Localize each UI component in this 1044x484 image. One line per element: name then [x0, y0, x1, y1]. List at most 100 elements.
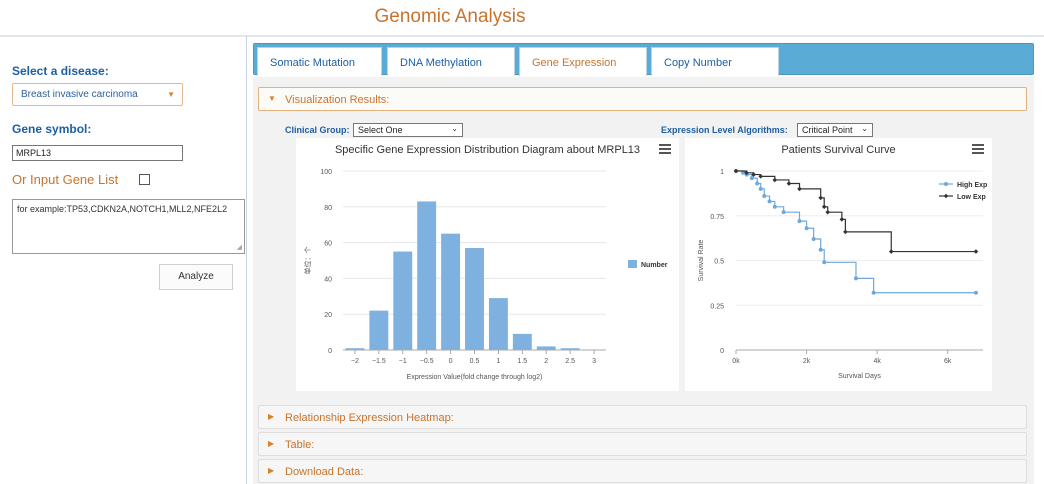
histogram-chart: 0 20 40 60 80 100 −2 −1.5 −1 −0.5 0 0.5 1 1.5 2 2.5 3 Exp… [303, 169, 668, 381]
x-tick-label: 0k [732, 358, 740, 365]
low-exp-point [839, 217, 845, 222]
histogram-card: Specific Gene Expression Distribution Di… [296, 138, 679, 391]
high-exp-point [758, 186, 763, 191]
tab-gene-expression[interactable]: Gene Expression [519, 47, 647, 76]
y-tick-label: 0.5 [714, 259, 724, 266]
high-exp-point [749, 176, 754, 181]
y-tick-label: 0.25 [710, 303, 724, 310]
x-tick-label: 2.5 [565, 358, 575, 365]
y-tick-label: 0 [328, 348, 332, 355]
low-exp-point [821, 204, 827, 210]
high-exp-point [871, 290, 876, 295]
histogram-bar [417, 201, 437, 350]
sidebar-divider [246, 36, 247, 484]
high-exp-point [762, 194, 767, 199]
high-exp-point [804, 226, 809, 231]
gene-list-placeholder: for example:TP53,CDKN2A,NOTCH1,MLL2,NFE2… [17, 204, 228, 214]
low-exp-point [733, 168, 739, 174]
legend-marker [944, 182, 948, 186]
y-tick-label: 1 [720, 169, 724, 176]
caret-right-icon: ▶ [268, 466, 275, 475]
accordion-download-label: Download Data: [285, 466, 364, 478]
x-tick-label: −0.5 [420, 358, 434, 365]
chevron-down-icon: ⌄ [861, 124, 868, 133]
page-title: Genomic Analysis [374, 6, 526, 27]
survival-chart: 0 0.25 0.5 0.75 1 0k 2k 4k 6k Survival Days Surviv… [698, 168, 987, 380]
tab-dna-methylation[interactable]: DNA Methylation [387, 47, 515, 76]
algorithm-select[interactable]: Critical Point ⌄ [797, 123, 873, 137]
y-tick-label: 0.75 [710, 214, 724, 221]
x-tick-label: −1 [399, 358, 407, 365]
high-exp-point [822, 260, 827, 265]
gene-list-label: Or Input Gene List [12, 172, 119, 187]
low-exp-point [786, 181, 792, 186]
histogram-bar [560, 348, 580, 350]
analysis-tab-bar: Somatic Mutation DNA Methylation Gene Ex… [253, 43, 1034, 76]
x-tick-label: 2k [803, 358, 811, 365]
resize-grip-icon[interactable]: ◢ [237, 243, 242, 251]
x-tick-label: 4k [873, 358, 881, 365]
high-exp-point [797, 219, 802, 224]
high-exp-point [818, 247, 823, 252]
caret-down-icon: ▼ [268, 94, 276, 103]
y-tick-label: 0 [720, 348, 724, 355]
gene-symbol-input[interactable]: MRPL13 [12, 145, 183, 161]
x-tick-label: 1.5 [517, 358, 527, 365]
clinical-group-label: Clinical Group: [285, 125, 350, 135]
x-tick-label: −2 [351, 358, 359, 365]
x-axis-title: Expression Value(fold change through log… [407, 374, 543, 381]
histogram-bar [393, 251, 413, 350]
disease-label: Select a disease: [12, 64, 109, 78]
caret-right-icon: ▶ [268, 412, 275, 421]
accordion-heatmap-label: Relationship Expression Heatmap: [285, 412, 454, 424]
x-tick-label: 0 [449, 358, 453, 365]
y-tick-label: 60 [324, 241, 332, 248]
low-exp-series-line [736, 170, 976, 253]
histogram-bar [345, 348, 365, 350]
caret-right-icon: ▶ [268, 439, 275, 448]
accordion-table-label: Table: [285, 439, 315, 451]
legend-label: High Exp [957, 182, 987, 189]
chevron-down-icon: ▼ [167, 90, 175, 99]
y-tick-label: 20 [324, 312, 332, 319]
x-tick-label: 6k [944, 358, 952, 365]
y-tick-label: 100 [320, 169, 332, 176]
histogram-bar [488, 298, 508, 350]
low-exp-point [843, 229, 848, 235]
histogram-bar [369, 310, 389, 350]
legend-label: Low Exp [957, 194, 986, 201]
accordion-download[interactable]: ▶ Download Data: [258, 459, 1027, 483]
low-exp-point [772, 177, 778, 183]
tab-copy-number[interactable]: Copy Number [651, 47, 779, 76]
survival-card: Patients Survival Curve 0 0.25 0.5 0.75 1 0k 2… [685, 138, 992, 391]
y-tick-label: 40 [324, 276, 332, 283]
gene-list-checkbox[interactable] [139, 174, 150, 185]
tab-somatic-mutation[interactable]: Somatic Mutation [257, 47, 382, 76]
x-tick-label: 0.5 [470, 358, 480, 365]
gene-list-textarea[interactable]: for example:TP53,CDKN2A,NOTCH1,MLL2,NFE2… [12, 199, 245, 254]
high-exp-point [755, 181, 760, 186]
low-exp-point [825, 209, 831, 215]
histogram-bar [465, 247, 484, 350]
disease-select[interactable]: Breast invasive carcinoma ▼ [12, 83, 183, 106]
accordion-heatmap[interactable]: ▶ Relationship Expression Heatmap: [258, 405, 1027, 429]
clinical-group-value: Select One [358, 125, 403, 135]
low-exp-point [797, 186, 802, 192]
high-exp-point [973, 290, 978, 295]
x-tick-label: 3 [592, 358, 596, 365]
low-exp-point [888, 249, 894, 254]
header-divider [0, 35, 1044, 37]
x-tick-label: 1 [496, 358, 500, 365]
high-exp-point [767, 199, 772, 204]
analyze-button[interactable]: Analyze [159, 264, 233, 290]
algorithm-value: Critical Point [802, 125, 853, 135]
low-exp-point [818, 195, 823, 201]
y-axis-title: Survival Rate [698, 240, 705, 282]
histogram-bar [441, 233, 461, 350]
legend-marker [943, 193, 949, 199]
accordion-table[interactable]: ▶ Table: [258, 432, 1027, 456]
accordion-visualization[interactable]: ▼ Visualization Results: [258, 87, 1027, 111]
clinical-group-select[interactable]: Select One ⌄ [353, 123, 463, 137]
disease-select-value: Breast invasive carcinoma [21, 89, 138, 100]
gene-symbol-label: Gene symbol: [12, 122, 92, 136]
